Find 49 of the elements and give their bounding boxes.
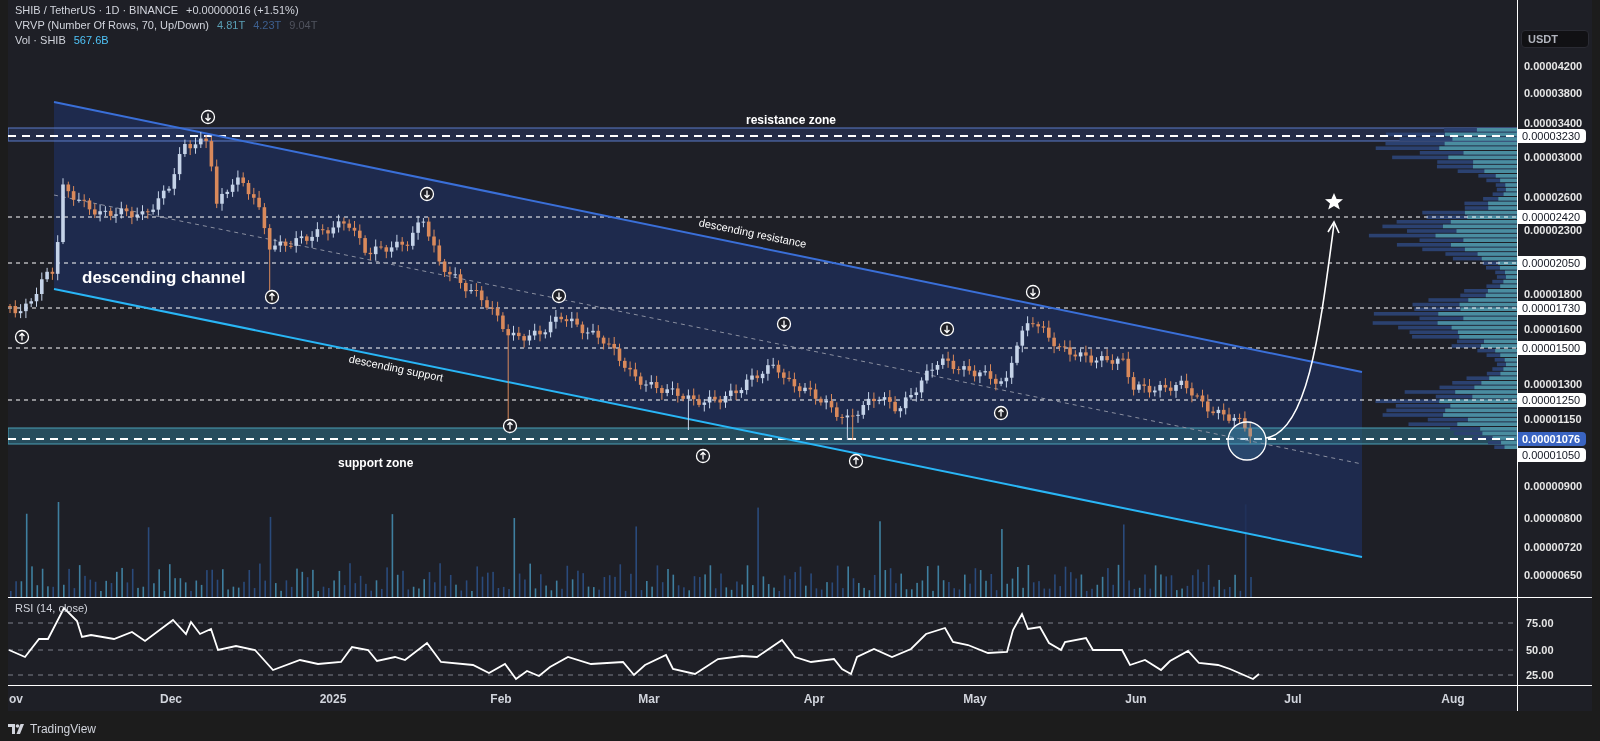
indicator-name: VRVP (Number Of Rows, 70, Up/Down)	[15, 18, 209, 33]
brand-name: TradingView	[30, 721, 97, 738]
price-change: +0.00000016 (+1.51%)	[186, 3, 299, 18]
price-marker-label: 0.00003230	[1518, 129, 1586, 143]
price-tick-label: 0.00003400	[1524, 115, 1583, 131]
time-axis-label: Aug	[1441, 691, 1465, 708]
price-tick-label: 0.00002600	[1524, 189, 1583, 205]
price-tick-label: 0.00001800	[1524, 286, 1583, 302]
price-marker-label: 0.00001730	[1518, 301, 1586, 315]
indicator-value: 4.23T	[253, 18, 282, 33]
time-axis-label: 2025	[319, 691, 347, 708]
descending-channel-label: descending channel	[82, 267, 246, 289]
price-tick-label: 0.00000800	[1524, 510, 1583, 526]
indicator-value: 567.6B	[73, 33, 109, 48]
time-axis-label: Dec	[160, 691, 182, 708]
time-axis-label: Apr	[803, 691, 825, 708]
price-tick-label: 0.00000900	[1524, 478, 1583, 494]
resistance-zone-label: resistance zone	[746, 112, 837, 129]
price-marker-label: 0.00002050	[1518, 256, 1586, 270]
price-marker-label: 0.00001250	[1518, 393, 1586, 407]
indicator-name: Vol · SHIB	[15, 33, 66, 48]
support-zone-label: support zone	[338, 455, 414, 472]
rsi-tick-label: 75.00	[1526, 615, 1554, 631]
price-tick-label: 0.00001300	[1524, 376, 1583, 392]
price-tick-label: 0.00000720	[1524, 539, 1583, 555]
indicator-value: 4.81T	[217, 18, 246, 33]
time-axis-label: Feb	[490, 691, 512, 708]
time-axis-label: Mar	[638, 691, 660, 708]
time-axis-label: Jun	[1125, 691, 1147, 708]
time-axis-label: Jul	[1284, 691, 1302, 708]
time-axis-label: May	[963, 691, 987, 708]
price-tick-label: 0.00001600	[1524, 321, 1583, 337]
price-marker-label: 0.00001050	[1518, 448, 1586, 462]
time-axis-label: ov	[9, 691, 23, 708]
currency-button[interactable]: USDT	[1521, 30, 1589, 48]
rsi-title: RSI (14, close)	[15, 601, 88, 616]
price-tick-label: 0.00001150	[1524, 411, 1582, 427]
price-marker-label: 0.00001076	[1518, 432, 1586, 446]
indicator-value: 9.04T	[289, 18, 318, 33]
price-tick-label: 0.00002300	[1524, 222, 1583, 238]
price-tick-label: 0.00003800	[1524, 85, 1583, 101]
rsi-tick-label: 25.00	[1526, 667, 1554, 683]
price-marker-label: 0.00001500	[1518, 341, 1586, 355]
rsi-tick-label: 50.00	[1526, 642, 1554, 658]
price-tick-label: 0.00004200	[1524, 58, 1583, 74]
symbol-title: SHIB / TetherUS · 1D · BINANCE	[15, 3, 178, 18]
price-tick-label: 0.00000650	[1524, 567, 1583, 583]
price-marker-label: 0.00002420	[1518, 210, 1586, 224]
price-tick-label: 0.00003000	[1524, 149, 1583, 165]
